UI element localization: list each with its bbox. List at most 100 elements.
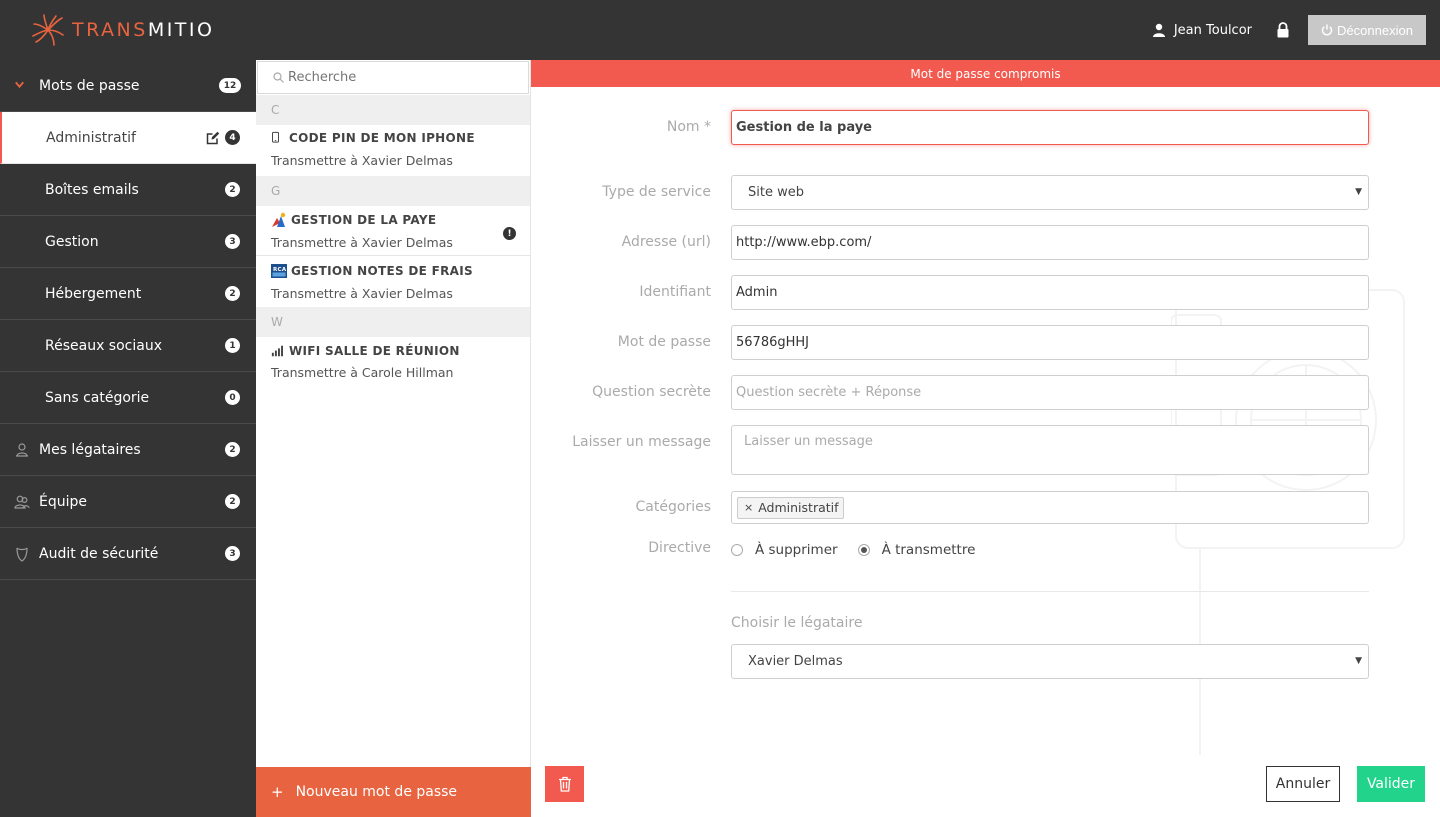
heir-select[interactable]: Xavier Delmas ▼ — [731, 644, 1369, 679]
count-badge: 3 — [225, 546, 240, 561]
category-tag-label: Administratif — [758, 500, 839, 515]
rca-logo-icon: RCA — [271, 264, 287, 278]
ebp-logo-icon — [272, 212, 286, 227]
entry-subtitle: Transmettre à Xavier Delmas — [271, 235, 453, 250]
sidebar-item-label: Équipe — [39, 493, 87, 510]
shield-icon — [16, 547, 28, 562]
password-label: Mot de passe — [617, 334, 711, 350]
count-badge: 12 — [219, 78, 241, 93]
team-icon — [14, 495, 30, 509]
heir-value: Xavier Delmas — [748, 654, 843, 669]
sidebar-item-label: Sans catégorie — [45, 389, 150, 406]
entry-title: GESTION DE LA PAYE — [271, 212, 436, 228]
remove-tag-icon[interactable]: × — [744, 501, 753, 514]
entry-title: RCA GESTION NOTES DE FRAIS — [271, 263, 473, 279]
secret-question-label: Question secrète — [592, 384, 711, 400]
chevron-down-icon — [15, 81, 24, 89]
service-type-value: Site web — [748, 185, 804, 200]
directive-radio-group: À supprimer À transmettre — [731, 542, 975, 558]
list-item[interactable]: CODE PIN DE MON IPHONE Transmettre à Xav… — [256, 125, 530, 176]
sidebar-item-sans-categorie[interactable]: Sans catégorie 0 — [0, 372, 256, 424]
search-input[interactable] — [288, 70, 508, 85]
entry-title-text: GESTION DE LA PAYE — [291, 213, 437, 227]
logout-button[interactable]: Déconnexion — [1308, 15, 1426, 45]
search-box[interactable] — [257, 61, 529, 94]
sidebar-item-label: Boîtes emails — [45, 181, 139, 198]
edit-icon[interactable] — [206, 131, 220, 145]
count-badge: 2 — [225, 182, 240, 197]
sidebar-item-audit-securite[interactable]: Audit de sécurité 3 — [0, 528, 256, 580]
count-badge: 2 — [225, 442, 240, 457]
sidebar-item-label: Mots de passe — [39, 77, 140, 94]
entry-title-text: CODE PIN DE MON IPHONE — [289, 131, 475, 145]
url-input[interactable] — [731, 225, 1369, 260]
group-header-g: G — [256, 176, 530, 206]
secret-question-input[interactable] — [731, 375, 1369, 410]
name-input[interactable] — [731, 110, 1369, 145]
categories-input[interactable]: × Administratif — [731, 491, 1369, 524]
password-input[interactable] — [731, 325, 1369, 360]
sun-spiral-logo-icon — [32, 14, 64, 46]
user-icon — [1152, 23, 1165, 37]
count-badge: 3 — [225, 234, 240, 249]
entry-title: WIFI SALLE DE RÉUNION — [271, 344, 460, 358]
message-textarea[interactable] — [731, 425, 1369, 475]
category-tag: × Administratif — [737, 496, 844, 519]
count-badge: 2 — [225, 494, 240, 509]
list-item[interactable]: WIFI SALLE DE RÉUNION Transmettre à Caro… — [256, 337, 530, 388]
app-logo-text: TRANSMITIO — [72, 19, 214, 41]
sidebar-item-label: Audit de sécurité — [39, 545, 159, 562]
count-badge: 4 — [225, 130, 240, 145]
group-header-w: W — [256, 307, 530, 337]
list-item[interactable]: GESTION DE LA PAYE Transmettre à Xavier … — [256, 206, 530, 256]
count-badge: 0 — [225, 390, 240, 405]
directive-delete-label[interactable]: À supprimer — [755, 542, 838, 558]
delete-button[interactable] — [545, 766, 584, 802]
sidebar-item-gestion[interactable]: Gestion 3 — [0, 216, 256, 268]
sidebar-item-passwords[interactable]: Mots de passe 12 — [0, 60, 256, 112]
submit-button[interactable]: Valider — [1357, 766, 1425, 802]
signal-icon — [271, 345, 283, 357]
sidebar-item-boites-emails[interactable]: Boîtes emails 2 — [0, 164, 256, 216]
sidebar-item-administratif[interactable]: Administratif 4 — [0, 112, 256, 164]
login-label: Identifiant — [639, 284, 711, 300]
sidebar-item-legataires[interactable]: Mes légataires 2 — [0, 424, 256, 476]
entry-subtitle: Transmettre à Xavier Delmas — [271, 153, 453, 168]
logo-text-accent: TRANS — [72, 19, 148, 41]
section-divider — [731, 591, 1369, 592]
search-icon — [273, 72, 284, 83]
trash-icon — [558, 776, 571, 792]
sidebar-item-reseaux-sociaux[interactable]: Réseaux sociaux 1 — [0, 320, 256, 372]
entry-subtitle: Transmettre à Carole Hillman — [271, 365, 454, 380]
service-type-select[interactable]: Site web ▼ — [731, 175, 1369, 210]
new-password-button[interactable]: + Nouveau mot de passe — [256, 767, 531, 817]
plus-icon: + — [271, 783, 284, 801]
directive-transmit-radio[interactable] — [857, 544, 870, 556]
message-label: Laisser un message — [572, 434, 711, 450]
power-icon — [1321, 24, 1333, 36]
sidebar-item-label: Mes légataires — [39, 441, 141, 458]
sidebar: Mots de passe 12 Administratif 4 Boîtes … — [0, 60, 256, 817]
heir-label: Choisir le légataire — [731, 615, 863, 631]
lock-icon[interactable] — [1276, 22, 1290, 38]
sidebar-item-hebergement[interactable]: Hébergement 2 — [0, 268, 256, 320]
cancel-button[interactable]: Annuler — [1266, 766, 1340, 802]
sidebar-item-equipe[interactable]: Équipe 2 — [0, 476, 256, 528]
new-password-label: Nouveau mot de passe — [295, 784, 458, 800]
directive-delete-radio[interactable] — [731, 544, 743, 556]
url-label: Adresse (url) — [621, 234, 711, 250]
sidebar-item-label: Administratif — [46, 129, 136, 146]
app-logo[interactable]: TRANSMITIO — [32, 14, 214, 46]
user-name[interactable]: Jean Toulcor — [1174, 23, 1252, 38]
svg-text:RCA: RCA — [273, 267, 287, 273]
warning-badge: ! — [503, 227, 516, 240]
login-input[interactable] — [731, 275, 1369, 310]
list-item[interactable]: RCA GESTION NOTES DE FRAIS Transmettre à… — [256, 257, 530, 307]
entry-subtitle: Transmettre à Xavier Delmas — [271, 286, 453, 301]
phone-icon — [272, 131, 279, 143]
directive-transmit-label[interactable]: À transmettre — [882, 542, 976, 558]
sidebar-item-label: Réseaux sociaux — [45, 337, 162, 354]
group-header-c: C — [256, 95, 530, 125]
sidebar-item-label: Hébergement — [45, 285, 142, 302]
entry-title-text: GESTION NOTES DE FRAIS — [291, 264, 473, 278]
